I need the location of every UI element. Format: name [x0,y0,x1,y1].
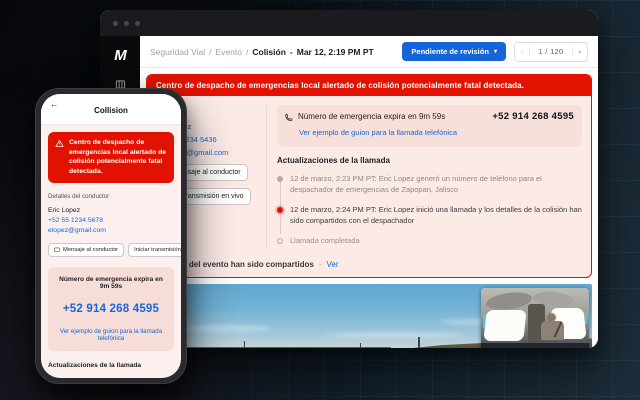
pager-next-button[interactable]: › [572,47,588,56]
event-page: Centro de despacho de emergencias local … [140,68,598,348]
review-status-label: Pendiente de revisión [411,47,489,56]
event-pager: ‹ 1 / 120 › [514,42,588,62]
event-shared-footer: Detalles del evento han sido compartidos… [147,257,591,277]
dashboard [481,343,589,348]
cloud [182,325,272,332]
chevron-down-icon: ▾ [494,48,497,55]
breadcrumb-subsection[interactable]: Evento [216,47,242,57]
phone-live-stream-button[interactable]: Iniciar transmisión en vivo [128,243,181,257]
cab-window [483,310,526,341]
dot-separator: · [319,260,322,269]
column-divider [266,105,267,249]
call-timeline: 12 de marzo, 2:23 PM PT: Eric Lopez gene… [277,174,582,246]
call-script-link[interactable]: Ver ejemplo de guion para la llamada tel… [299,128,457,137]
roadside-pole [360,343,361,348]
window-titlebar [100,10,598,36]
phone-message-label: Mensaje al conductor [63,247,118,253]
timeline-text: 12 de marzo, 2:23 PM PT: Eric Lopez gene… [290,174,542,194]
emergency-expiry-label: Número de emergencia expira en 9m 59s [298,112,445,121]
breadcrumb-separator: / [209,47,211,57]
timeline-item: 12 de marzo, 2:23 PM PT: Eric Lopez gene… [290,174,582,196]
phone-driver-phone-link[interactable]: +52 55 1234 5678 [48,217,174,224]
phone-emergency-label: Número de emergencia expira en 9m 59s [54,276,168,290]
phone-emergency-number[interactable]: +52 914 268 4595 [54,303,168,315]
window-control-dot [135,21,140,26]
roadside-pole [244,341,245,348]
phone-emergency-card: Número de emergencia expira en 9m 59s +5… [48,267,174,351]
phone-dispatch-alert: Centro de despacho de emergencias local … [48,132,174,183]
dashcam-media [146,284,592,348]
phone-icon [285,113,293,121]
cab-light [585,313,587,324]
phone-message-driver-button[interactable]: Mensaje al conductor [48,243,124,257]
emergency-number-card: Número de emergencia expira en 9m 59s +5… [277,105,582,147]
timeline-dot-pending [277,238,283,244]
phone-screen: ← Collision Centro de despacho de emerge… [41,94,181,378]
back-arrow-icon[interactable]: ← [50,99,59,109]
call-updates-heading: Actualizaciones de la llamada [277,156,582,165]
phone-mockup: ← Collision Centro de despacho de emerge… [35,88,187,384]
phone-driver-heading: Detalles del conductor [48,193,174,200]
timeline-item: Llamada completada [290,236,582,247]
emergency-number: +52 914 268 4595 [492,111,574,122]
breadcrumb-section[interactable]: Seguridad Vial [150,47,205,57]
event-date: Mar 12, 2:19 PM PT [297,47,374,57]
dispatch-alert-banner: Centro de despacho de emergencias local … [147,75,591,96]
phone-alert-text: Centro de despacho de emergencias local … [69,138,167,177]
collision-alert-panel: Centro de despacho de emergencias local … [146,74,592,278]
phone-call-timeline: 12 de marzo, 2:23 PM PT: Eric Lopez gene… [48,377,174,378]
driver-camera-still[interactable] [481,288,589,348]
timeline-item: 12 de marzo, 2:24 PM PT: Eric Lopez inic… [290,205,582,227]
phone-call-script-link[interactable]: Ver ejemplo de guion para la llamada tel… [54,328,168,342]
cab-light [483,315,485,328]
window-control-dot [124,21,129,26]
page-title: Colisión [252,47,286,57]
phone-header: ← Collision [41,94,181,125]
pager-position: 1 / 120 [530,47,571,56]
review-status-button[interactable]: Pendiente de revisión ▾ [402,42,506,61]
timeline-text: Llamada completada [290,236,360,245]
breadcrumb-separator: / [246,47,248,57]
view-shared-details-link[interactable]: Ver [327,260,339,269]
roadside-pole [418,337,420,348]
call-updates-column: Número de emergencia expira en 9m 59s +5… [277,105,582,255]
phone-stream-label: Iniciar transmisión en vivo [134,247,181,253]
breadcrumb: Seguridad Vial / Evento / Colisión - Mar… [150,47,374,57]
timeline-dot-active [277,207,283,213]
timeline-dot-done [277,176,283,182]
motive-logo: M [114,47,126,64]
chat-icon [54,247,60,253]
warning-triangle-icon [55,139,64,148]
timeline-text: 12 de marzo, 2:24 PM PT: Eric Lopez inic… [290,205,582,225]
title-separator: - [290,47,293,57]
event-topbar: Seguridad Vial / Evento / Colisión - Mar… [140,36,598,68]
window-control-dot [113,21,118,26]
phone-driver-email-link[interactable]: elopez@gmail.com [48,227,174,234]
timeline-item: 12 de marzo, 2:23 PM PT: Eric Lopez gene… [59,377,174,378]
phone-updates-heading: Actualizaciones de la llamada [48,362,174,369]
pager-prev-button[interactable]: ‹ [515,47,531,56]
phone-driver-name: Eric Lopez [48,207,174,214]
phone-page-title: Collision [94,106,128,115]
cloud [324,332,464,338]
